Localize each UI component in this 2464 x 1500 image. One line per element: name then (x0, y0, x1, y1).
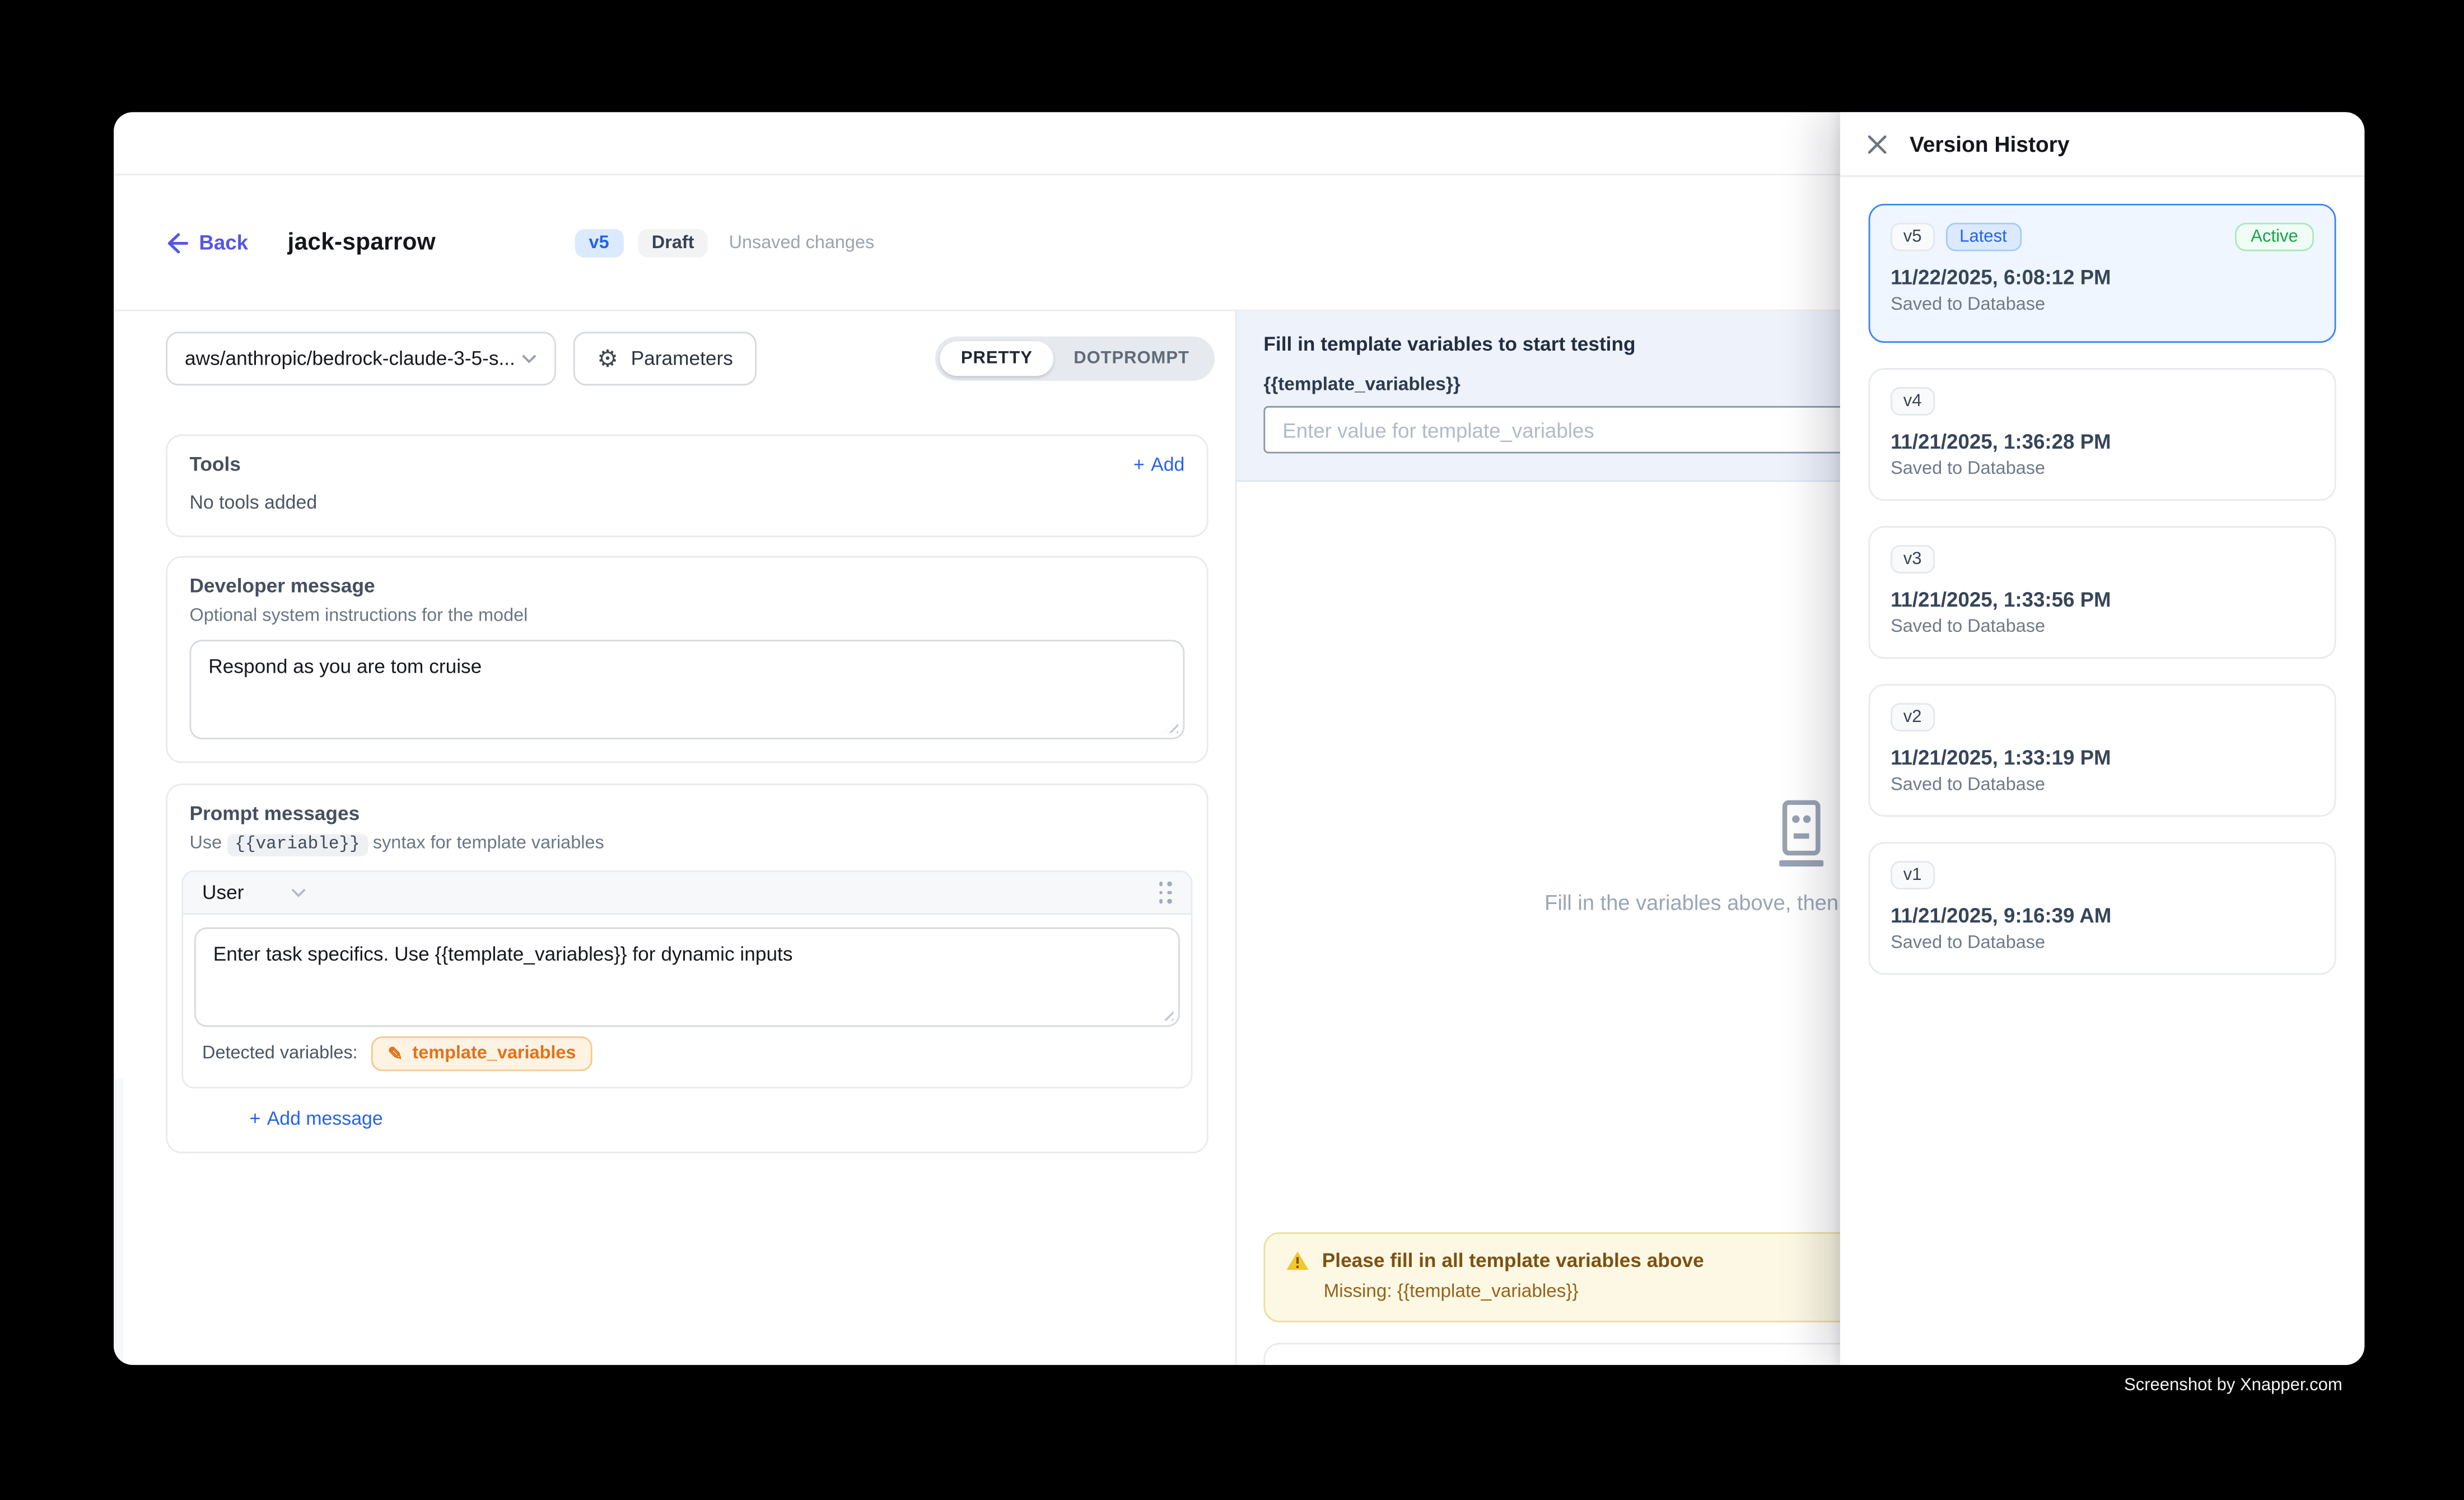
version-number-badge: v2 (1891, 703, 1934, 732)
parameters-button[interactable]: ⚙ Parameters (573, 332, 757, 385)
detected-variables-row: Detected variables: ✎ template_variables (183, 1030, 1191, 1087)
version-item-v4[interactable]: v4 11/21/2025, 1:36:28 PM Saved to Datab… (1869, 368, 2336, 501)
version-timestamp: 11/21/2025, 1:33:19 PM (1891, 746, 2314, 769)
add-tool-label: Add (1151, 453, 1184, 475)
tools-title: Tools (189, 453, 240, 475)
page-title: jack-sparrow (288, 229, 436, 256)
drag-handle-icon[interactable] (1159, 882, 1172, 903)
version-saved-status: Saved to Database (1891, 618, 2314, 637)
pencil-icon: ✎ (388, 1043, 403, 1065)
chevron-down-icon (521, 354, 537, 364)
version-list: v5 Latest Active 11/22/2025, 6:08:12 PM … (1840, 177, 2364, 1001)
view-mode-toggle: PRETTY DOTPROMPT (936, 337, 1215, 381)
developer-message-card: Developer message Optional system instru… (166, 556, 1208, 763)
version-badge: v5 (575, 229, 623, 257)
plus-icon: + (1133, 453, 1145, 475)
toggle-pretty[interactable]: PRETTY (940, 341, 1053, 376)
version-number-badge: v3 (1891, 545, 1934, 574)
version-number-badge: v5 (1891, 223, 1934, 251)
draft-badge: Draft (637, 229, 708, 257)
subtitle-prefix: Use (189, 834, 222, 853)
version-timestamp: 11/21/2025, 1:33:56 PM (1891, 588, 2314, 611)
version-item-v1[interactable]: v1 11/21/2025, 9:16:39 AM Saved to Datab… (1869, 842, 2336, 975)
developer-message-title: Developer message (189, 575, 1184, 597)
user-message-input[interactable]: Enter task specifics. Use {{template_var… (194, 928, 1180, 1027)
tools-empty-text: No tools added (189, 491, 1184, 513)
version-history-header: Version History (1840, 112, 2364, 177)
active-badge: Active (2235, 223, 2314, 251)
warning-icon (1286, 1250, 1309, 1271)
model-toolbar: aws/anthropic/bedrock-claude-3-5-s... ⚙ … (114, 311, 1235, 406)
version-number-badge: v1 (1891, 861, 1934, 889)
plus-icon: + (250, 1107, 261, 1129)
version-number-badge: v4 (1891, 387, 1934, 416)
version-item-v2[interactable]: v2 11/21/2025, 1:33:19 PM Saved to Datab… (1869, 684, 2336, 817)
screenshot-stage: Back jack-sparrow v5 Draft Unsaved chang… (0, 0, 2464, 1500)
back-label: Back (199, 231, 248, 254)
close-button[interactable] (1867, 133, 1888, 154)
variable-chip-label: template_variables (412, 1044, 576, 1063)
close-icon (1867, 133, 1888, 154)
message-block: User Enter task specifics. Use {{templat… (181, 870, 1192, 1088)
editor-pane: aws/anthropic/bedrock-claude-3-5-s... ⚙ … (114, 311, 1236, 1365)
add-message-label: Add message (267, 1107, 383, 1129)
version-timestamp: 11/21/2025, 9:16:39 AM (1891, 903, 2314, 927)
role-select[interactable]: User (202, 882, 244, 903)
version-timestamp: 11/22/2025, 6:08:12 PM (1891, 265, 2314, 289)
chevron-down-icon[interactable] (291, 888, 307, 897)
model-select[interactable]: aws/anthropic/bedrock-claude-3-5-s... (166, 332, 556, 385)
version-history-panel: Version History v5 Latest Active 11/22/2… (1840, 112, 2364, 1365)
unsaved-changes-text: Unsaved changes (729, 233, 875, 252)
developer-message-subtitle: Optional system instructions for the mod… (189, 607, 1184, 626)
warning-title: Please fill in all template variables ab… (1322, 1250, 1704, 1271)
subtitle-suffix: syntax for template variables (373, 834, 604, 853)
add-tool-button[interactable]: + Add (1133, 453, 1184, 475)
add-message-button[interactable]: + Add message (250, 1107, 1193, 1129)
template-variable-chip[interactable]: ✎ template_variables (372, 1036, 592, 1071)
parameters-label: Parameters (631, 348, 733, 370)
xnapper-credit: Screenshot by Xnapper.com (2124, 1376, 2342, 1395)
arrow-left-icon (166, 231, 188, 253)
version-history-title: Version History (1910, 132, 2069, 156)
gear-icon: ⚙ (597, 347, 618, 370)
latest-badge: Latest (1945, 223, 2021, 251)
developer-message-input[interactable]: Respond as you are tom cruise (189, 640, 1184, 739)
variable-syntax-chip: {{variable}} (227, 834, 368, 856)
version-saved-status: Saved to Database (1891, 776, 2314, 795)
prompt-messages-title: Prompt messages (189, 803, 1184, 824)
prompt-messages-subtitle: Use {{variable}} syntax for template var… (189, 834, 1184, 855)
prompt-messages-card: Prompt messages Use {{variable}} syntax … (166, 784, 1208, 1153)
version-item-v5[interactable]: v5 Latest Active 11/22/2025, 6:08:12 PM … (1869, 204, 2336, 343)
left-scroll-rail (114, 1079, 123, 1365)
detected-variables-label: Detected variables: (202, 1044, 358, 1063)
version-timestamp: 11/21/2025, 1:36:28 PM (1891, 430, 2314, 453)
model-select-value: aws/anthropic/bedrock-claude-3-5-s... (185, 348, 515, 370)
version-saved-status: Saved to Database (1891, 934, 2314, 953)
version-saved-status: Saved to Database (1891, 460, 2314, 479)
toggle-dotprompt[interactable]: DOTPROMPT (1053, 341, 1210, 376)
robot-icon (1772, 799, 1830, 867)
version-saved-status: Saved to Database (1891, 295, 2314, 314)
tools-card: Tools + Add No tools added (166, 435, 1208, 537)
message-role-row: User (183, 872, 1191, 915)
version-item-v3[interactable]: v3 11/21/2025, 1:33:56 PM Saved to Datab… (1869, 526, 2336, 659)
back-button[interactable]: Back (166, 231, 248, 254)
